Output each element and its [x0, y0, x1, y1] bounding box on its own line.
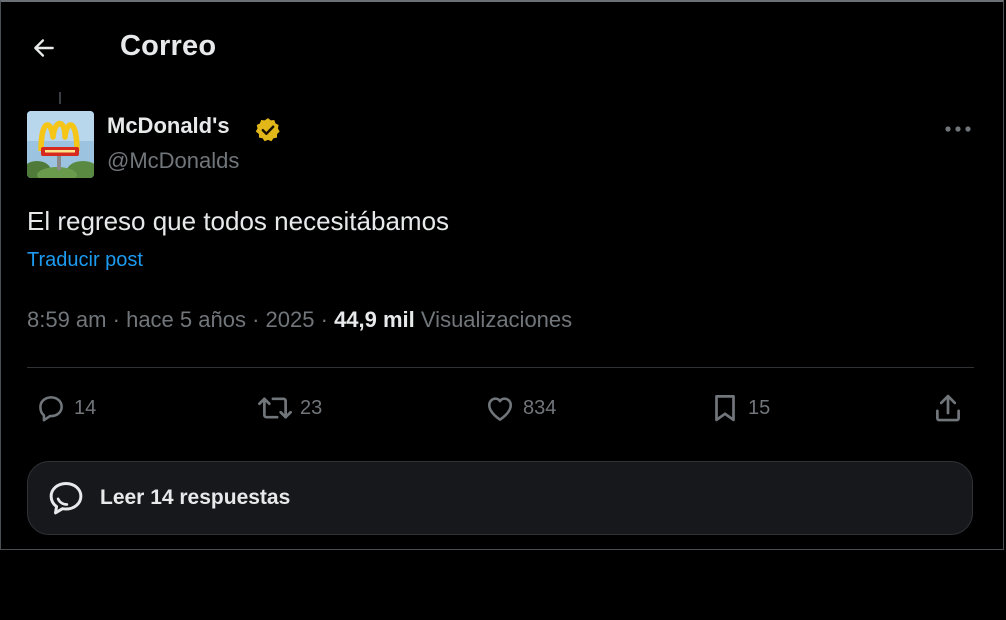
- read-replies-button[interactable]: Leer 14 respuestas: [27, 461, 973, 535]
- like-button[interactable]: 834: [483, 388, 556, 428]
- bookmark-icon: [715, 395, 735, 422]
- like-count: 834: [523, 396, 557, 419]
- arrow-left-icon: [34, 39, 54, 57]
- back-button[interactable]: [30, 34, 58, 62]
- bookmark-button[interactable]: 15: [708, 388, 770, 428]
- divider: [27, 367, 974, 368]
- translate-post-link[interactable]: Traducir post: [27, 249, 143, 272]
- repost-button[interactable]: 23: [256, 388, 322, 428]
- reply-count: 14: [74, 396, 97, 419]
- repost-icon: [258, 397, 292, 419]
- bookmark-count: 15: [748, 396, 771, 419]
- more-options-button[interactable]: [940, 116, 976, 142]
- reply-button[interactable]: 14: [34, 388, 96, 428]
- views-count[interactable]: 44,9 mil: [334, 307, 415, 332]
- author-handle[interactable]: @McDonalds: [107, 148, 239, 174]
- post-text: El regreso que todos necesitábamos: [27, 206, 450, 236]
- repost-count: 23: [300, 396, 323, 419]
- meta-separator: ·: [252, 307, 260, 332]
- share-button[interactable]: [931, 388, 965, 428]
- post-time[interactable]: 8:59 am: [27, 307, 107, 332]
- mcdonalds-logo: [27, 111, 94, 178]
- more-horizontal-icon: [945, 126, 971, 132]
- share-icon: [936, 394, 960, 422]
- thread-line: [59, 92, 61, 104]
- post-metadata: 8:59 am · hace 5 años · 2025 · 44,9 mil …: [27, 307, 572, 333]
- post-age: hace 5 años: [126, 307, 246, 332]
- page-title: Correo: [120, 30, 217, 62]
- views-label: Visualizaciones: [420, 307, 573, 332]
- read-replies-label: Leer 14 respuestas: [100, 486, 291, 509]
- heart-icon: [487, 397, 513, 421]
- meta-separator: ·: [112, 307, 120, 332]
- meta-separator: ·: [320, 307, 328, 332]
- author-display-name[interactable]: McDonald's: [107, 113, 230, 139]
- reply-icon: [39, 396, 63, 422]
- post-year: 2025: [265, 307, 315, 332]
- avatar[interactable]: [27, 111, 94, 178]
- chat-bubble-icon: [44, 476, 88, 520]
- verified-badge-icon: [255, 118, 280, 142]
